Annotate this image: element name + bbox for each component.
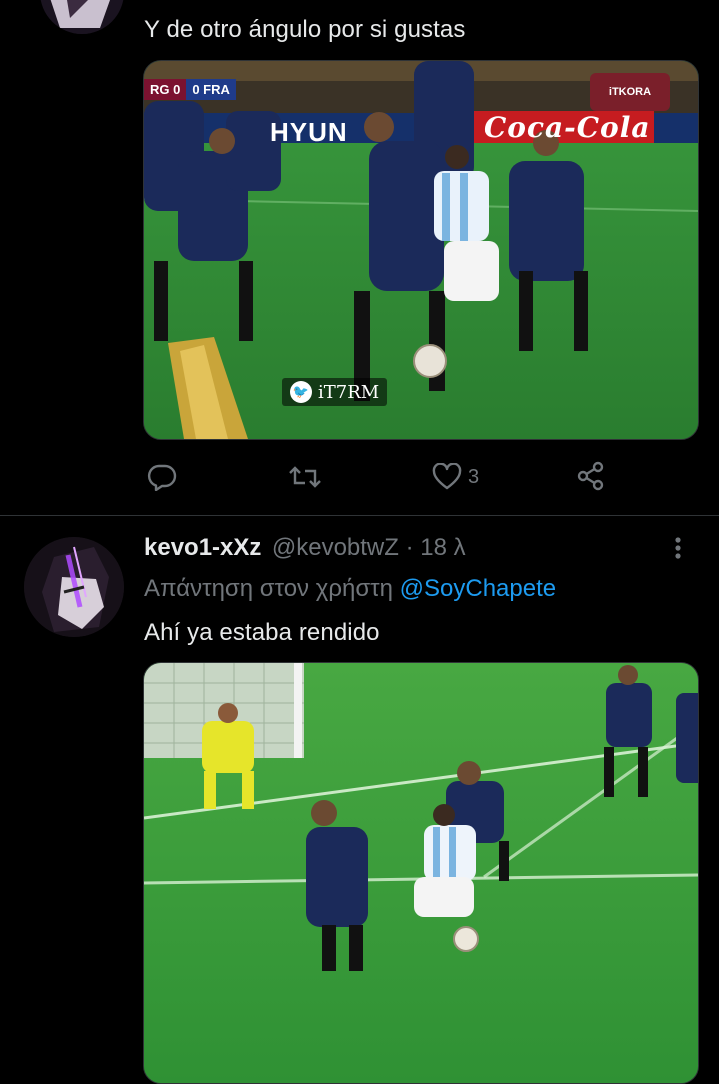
tweet-video-2[interactable] bbox=[143, 662, 699, 1084]
replying-to-label: Απάντηση στον χρήστη bbox=[144, 575, 400, 602]
tweet-text: Y de otro ángulo por si gustas bbox=[144, 16, 466, 43]
avatar[interactable] bbox=[24, 537, 124, 637]
sponsor-cocacola: Coca-Cola bbox=[484, 111, 651, 144]
tweet-divider bbox=[0, 515, 719, 516]
sponsor-hyundai: HYUN bbox=[270, 117, 348, 147]
replying-to-mention[interactable]: @SoyChapete bbox=[400, 575, 556, 602]
retweet-button[interactable] bbox=[287, 464, 323, 490]
score-left: RG 0 bbox=[144, 79, 187, 100]
handle-and-time[interactable]: @kevobtwZ · 18 λ bbox=[272, 534, 466, 561]
more-options-button[interactable] bbox=[672, 534, 684, 569]
avatar-previous[interactable] bbox=[40, 0, 124, 34]
tweet-video[interactable]: RG 0 0 FRA iTKORA HYUN Coca-Cola 🐦 iT7RM bbox=[143, 60, 699, 440]
share-icon bbox=[576, 461, 606, 491]
twitter-bird-icon: 🐦 bbox=[290, 381, 312, 403]
like-count: 3 bbox=[468, 465, 480, 488]
retweet-icon bbox=[287, 464, 323, 490]
reply-button[interactable] bbox=[147, 463, 177, 491]
reply-icon bbox=[147, 463, 177, 491]
like-button[interactable]: 3 bbox=[432, 463, 479, 491]
watermark-text: iT7RM bbox=[318, 381, 380, 403]
share-button[interactable] bbox=[576, 461, 606, 491]
scoreboard: RG 0 0 FRA bbox=[144, 79, 236, 100]
tweet-header: kevo1-xXz @kevobtwZ · 18 λ bbox=[144, 534, 466, 562]
tweet-text-2: Ahí ya estaba rendido bbox=[144, 619, 380, 646]
display-name[interactable]: kevo1-xXz bbox=[144, 534, 261, 561]
video-watermark: 🐦 iT7RM bbox=[282, 378, 388, 406]
heart-icon bbox=[432, 463, 462, 491]
soccer-scene-image-2 bbox=[144, 663, 698, 1083]
broadcaster-logo: iTKORA bbox=[590, 73, 670, 111]
replying-to: Απάντηση στον χρήστη @SoyChapete bbox=[144, 575, 556, 603]
more-vertical-icon bbox=[672, 537, 684, 568]
score-right: 0 FRA bbox=[186, 79, 236, 100]
